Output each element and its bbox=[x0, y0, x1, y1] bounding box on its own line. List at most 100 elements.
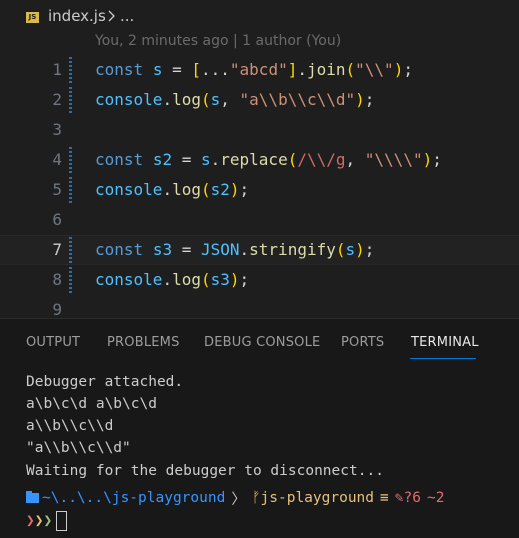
git-change-marker[interactable] bbox=[69, 147, 72, 173]
string-literal: "\\" bbox=[355, 60, 394, 79]
terminal-cursor[interactable] bbox=[56, 511, 68, 531]
code-text[interactable]: const s3 = JSON.stringify(s); bbox=[95, 235, 374, 265]
code-line-3[interactable]: 3 bbox=[0, 115, 519, 145]
prompt-chevron-glyph: ❯ bbox=[26, 513, 35, 529]
object-name: s bbox=[200, 150, 211, 169]
code-line-7-active[interactable]: 7 const s3 = JSON.stringify(s); bbox=[0, 235, 519, 265]
bracket: ] bbox=[287, 60, 298, 79]
tab-debug-console[interactable]: DEBUG CONSOLE bbox=[204, 335, 320, 350]
operator: = bbox=[172, 240, 201, 259]
editor-window: JS index.js ... You, 2 minutes ago | 1 a… bbox=[0, 0, 519, 538]
paren: ) bbox=[355, 90, 365, 109]
keyword: const bbox=[95, 240, 144, 259]
semicolon: ; bbox=[403, 60, 413, 79]
code-text[interactable]: console.log(s2); bbox=[95, 175, 249, 205]
line-number: 5 bbox=[52, 180, 62, 199]
semicolon: ; bbox=[239, 180, 250, 199]
git-change-marker[interactable] bbox=[69, 87, 72, 113]
function-name: stringify bbox=[249, 240, 336, 259]
paren: ) bbox=[393, 60, 404, 79]
paren: ( bbox=[200, 270, 211, 289]
paren: ) bbox=[229, 180, 240, 199]
breadcrumb-file-name[interactable]: index.js bbox=[48, 7, 106, 25]
code-text[interactable]: const s = [..."abcd"].join("\\"); bbox=[95, 55, 413, 85]
variable: s3 bbox=[152, 240, 173, 259]
dot: . bbox=[239, 240, 250, 259]
code-line-2[interactable]: 2 console.log(s, "a\\b\\c\\d"); bbox=[0, 85, 519, 115]
dot: . bbox=[162, 90, 173, 109]
active-tab-indicator bbox=[410, 358, 476, 359]
terminal-output-line: "a\\b\\c\\d" bbox=[26, 440, 131, 456]
line-number: 8 bbox=[52, 270, 62, 289]
terminal-input-line[interactable]: ❯❯❯ bbox=[26, 509, 68, 533]
semicolon: ; bbox=[239, 270, 250, 289]
spread-operator: ... bbox=[201, 60, 230, 79]
bottom-panel: OUTPUT PROBLEMS DEBUG CONSOLE PORTS TERM… bbox=[0, 318, 519, 538]
tab-ports[interactable]: PORTS bbox=[341, 335, 384, 350]
code-text[interactable]: console.log(s3); bbox=[95, 265, 249, 295]
object-name: console bbox=[95, 90, 163, 109]
terminal-output-line: a\\b\\c\\d bbox=[26, 418, 114, 434]
line-number: 4 bbox=[52, 150, 62, 169]
javascript-file-icon: JS bbox=[26, 12, 39, 23]
code-line-1[interactable]: 1 const s = [..."abcd"].join("\\"); bbox=[0, 55, 519, 85]
paren: ( bbox=[287, 150, 298, 169]
variable: s bbox=[152, 60, 163, 79]
git-change-marker[interactable] bbox=[69, 177, 72, 203]
git-change-marker[interactable] bbox=[69, 237, 72, 263]
keyword: const bbox=[95, 150, 144, 169]
code-line-6[interactable]: 6 bbox=[0, 205, 519, 235]
paren: ) bbox=[355, 240, 365, 259]
tab-problems[interactable]: PROBLEMS bbox=[107, 335, 180, 350]
prompt-chevron-glyph: ❯ bbox=[43, 513, 53, 529]
git-change-marker[interactable] bbox=[69, 267, 72, 293]
git-blame-annotation[interactable]: You, 2 minutes ago | 1 author (You) bbox=[95, 33, 341, 49]
comma: , bbox=[345, 150, 365, 169]
code-text[interactable]: const s2 = s.replace(/\\/g, "\\\\"); bbox=[95, 145, 442, 175]
terminal-prompt: ~\..\..\js-playground 〉 ᚠ js-playground … bbox=[26, 487, 444, 509]
line-number: 3 bbox=[52, 120, 62, 139]
bracket: [ bbox=[191, 60, 201, 79]
variable: s2 bbox=[210, 180, 230, 199]
function-name: replace bbox=[220, 150, 288, 169]
paren: ) bbox=[422, 150, 433, 169]
dot: . bbox=[210, 150, 221, 169]
code-line-5[interactable]: 5 console.log(s2); bbox=[0, 175, 519, 205]
prompt-branch: js-playground bbox=[260, 490, 375, 506]
breadcrumb-more[interactable]: ... bbox=[120, 7, 134, 25]
function-name: join bbox=[306, 60, 346, 79]
variable: s3 bbox=[210, 270, 230, 289]
paren: ) bbox=[229, 270, 240, 289]
variable: s bbox=[345, 240, 356, 259]
folder-icon bbox=[26, 491, 39, 503]
prompt-separator: 〉 bbox=[231, 491, 246, 508]
object-name: JSON bbox=[200, 240, 240, 259]
variable: s bbox=[210, 90, 221, 109]
semicolon: ; bbox=[364, 90, 375, 109]
tab-terminal[interactable]: TERMINAL bbox=[411, 335, 479, 350]
paren: ( bbox=[200, 180, 211, 199]
edit-icon: ✎ bbox=[394, 490, 404, 506]
git-branch-icon: ᚠ bbox=[251, 490, 261, 506]
line-number: 2 bbox=[52, 90, 62, 109]
operator: = bbox=[162, 60, 192, 79]
object-name: console bbox=[95, 270, 163, 289]
code-text[interactable]: console.log(s, "a\\b\\c\\d"); bbox=[95, 85, 374, 115]
paren: ( bbox=[345, 60, 356, 79]
function-name: log bbox=[172, 180, 201, 199]
dot: . bbox=[297, 60, 307, 79]
string-literal: "\\\\" bbox=[364, 150, 423, 169]
prompt-chevron-icon: ❯❯❯ bbox=[26, 513, 52, 529]
variable: s2 bbox=[152, 150, 173, 169]
git-change-marker[interactable] bbox=[69, 57, 72, 83]
terminal-output-line: Debugger attached. bbox=[26, 374, 184, 390]
code-line-8[interactable]: 8 console.log(s3); bbox=[0, 265, 519, 295]
chevron-right-icon bbox=[108, 10, 115, 22]
paren: ( bbox=[335, 240, 346, 259]
semicolon: ; bbox=[432, 150, 442, 169]
code-line-4[interactable]: 4 const s2 = s.replace(/\\/g, "\\\\"); bbox=[0, 145, 519, 175]
tab-output[interactable]: OUTPUT bbox=[26, 335, 80, 350]
line-number: 6 bbox=[52, 210, 62, 229]
dot: . bbox=[162, 270, 173, 289]
untracked-count: ?6 bbox=[403, 490, 421, 506]
